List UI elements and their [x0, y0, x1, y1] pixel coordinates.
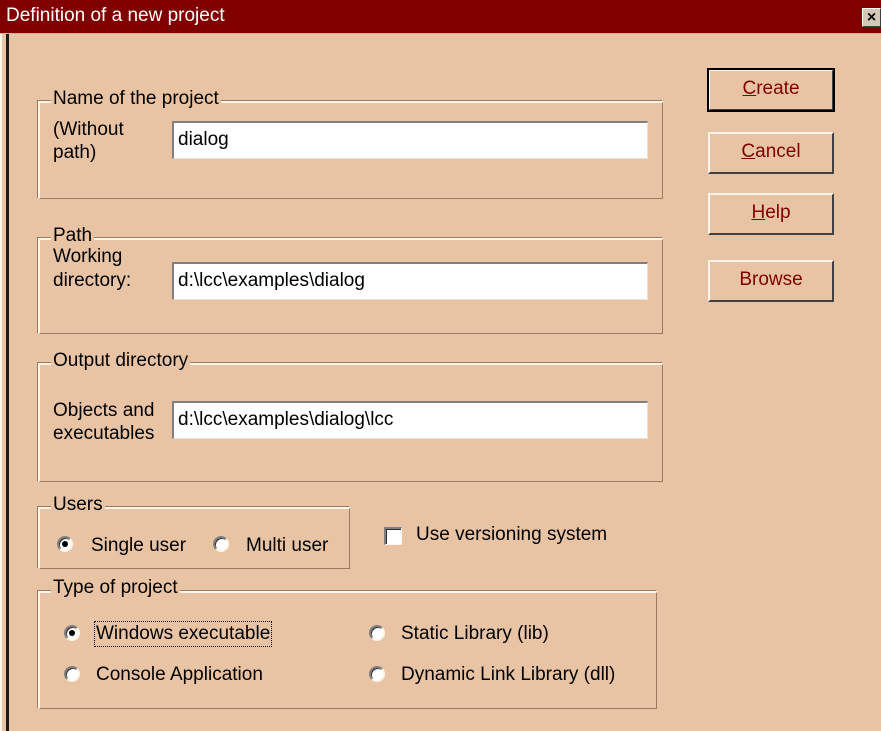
versioning-checkbox[interactable] [384, 527, 402, 545]
console-application-label[interactable]: Console Application [96, 664, 263, 686]
single-user-radio[interactable] [57, 536, 73, 552]
output-group-title: Output directory [51, 350, 191, 371]
project-name-input[interactable]: dialog [172, 121, 648, 159]
output-label-line1: Objects and [53, 400, 155, 421]
multi-user-radio[interactable] [213, 536, 229, 552]
browse-button[interactable]: Browse [708, 260, 834, 302]
dialog-window: Definition of a new project × Create Can… [0, 0, 881, 731]
static-library-label[interactable]: Static Library (lib) [401, 623, 549, 645]
project-type-group-title: Type of project [51, 577, 180, 598]
versioning-label[interactable]: Use versioning system [416, 524, 607, 546]
close-icon: × [866, 9, 877, 26]
path-label-line2: directory: [53, 270, 132, 291]
cancel-mnemonic: C [741, 141, 756, 162]
title-bar[interactable]: Definition of a new project × [0, 0, 881, 34]
windows-executable-label[interactable]: Windows executable [93, 621, 273, 647]
create-mnemonic: C [742, 78, 757, 99]
name-label-line2: path) [53, 142, 97, 163]
create-label: reate [756, 78, 800, 99]
dynamic-link-library-radio[interactable] [369, 666, 385, 682]
single-user-label[interactable]: Single user [91, 535, 186, 557]
multi-user-label[interactable]: Multi user [246, 535, 328, 557]
help-mnemonic: H [751, 202, 766, 223]
cancel-label: ancel [755, 141, 801, 162]
dynamic-link-library-label[interactable]: Dynamic Link Library (dll) [401, 664, 615, 686]
window-frame-shadow [6, 34, 9, 731]
name-group-title: Name of the project [51, 88, 221, 109]
help-label: elp [765, 202, 791, 223]
name-label-line1: (Without [53, 119, 124, 140]
create-button[interactable]: Create [707, 68, 835, 112]
windows-executable-radio[interactable] [64, 625, 80, 641]
path-group-title: Path [51, 225, 95, 246]
working-directory-input[interactable]: d:\lcc\examples\dialog [172, 262, 648, 300]
cancel-button[interactable]: Cancel [708, 132, 834, 174]
help-button[interactable]: Help [708, 193, 834, 235]
output-label-line2: executables [53, 423, 155, 444]
static-library-radio[interactable] [369, 625, 385, 641]
project-type-group-box [37, 590, 657, 709]
path-label-line1: Working [53, 246, 123, 267]
output-directory-input[interactable]: d:\lcc\examples\dialog\lcc [172, 401, 648, 439]
close-button[interactable]: × [862, 8, 881, 27]
window-title: Definition of a new project [6, 5, 225, 26]
console-application-radio[interactable] [64, 666, 80, 682]
browse-label: Browse [739, 269, 803, 290]
users-group-title: Users [51, 494, 105, 515]
